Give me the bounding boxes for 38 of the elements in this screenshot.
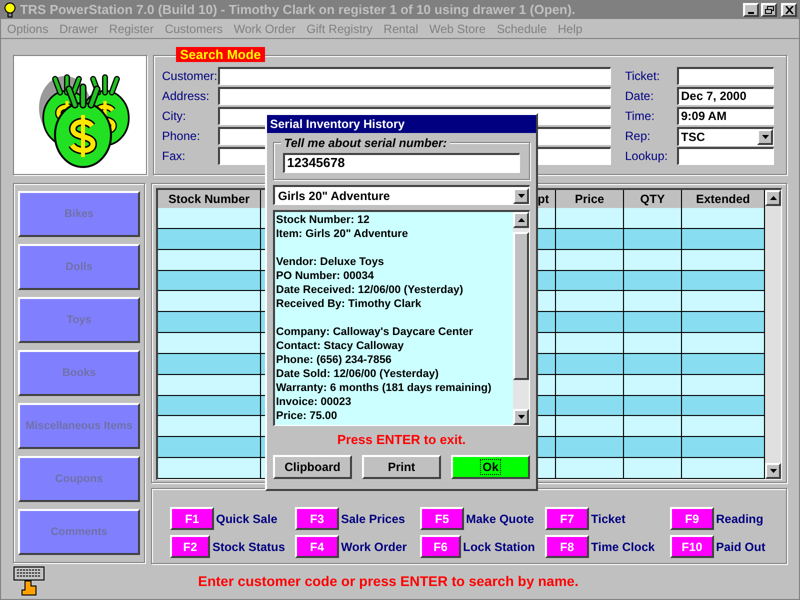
field-label: City: xyxy=(162,108,187,125)
mode-label: Search Mode xyxy=(176,47,265,62)
field-label: Date: xyxy=(625,88,655,105)
function-key-label: Reading xyxy=(716,510,764,528)
detail-line: Received By: Timothy Clark xyxy=(276,297,422,311)
detail-line: Stock Number: 12 xyxy=(276,213,371,227)
exit-message: Press ENTER to exit. xyxy=(337,431,466,449)
detail-line: Invoice: 00023 xyxy=(276,395,352,409)
field-label: Customer: xyxy=(162,68,218,85)
function-key-label: Lock Station xyxy=(462,538,535,556)
detail-line: Company: Calloway's Daycare Center xyxy=(276,325,474,339)
field-label: Ticket: xyxy=(625,68,661,85)
detail-line: Item: Girls 20" Adventure xyxy=(276,227,409,241)
field-label: Address: xyxy=(162,88,210,105)
function-key-label: Paid Out xyxy=(716,538,766,556)
field-label: Time: xyxy=(625,108,656,125)
detail-line: Vendor: Deluxe Toys xyxy=(276,255,385,269)
field-label: Phone: xyxy=(162,128,202,145)
status-message: Enter customer code or press ENTER to search by name. xyxy=(198,572,578,591)
function-key-label: Ticket xyxy=(591,510,626,528)
detail-line: Date Received: 12/06/00 (Yesterday) xyxy=(276,283,464,297)
dialog-title: Serial Inventory History xyxy=(270,116,405,133)
function-key-label: Work Order xyxy=(341,538,407,556)
function-key-label: Make Quote xyxy=(466,510,534,528)
function-key-label: Stock Status xyxy=(212,538,285,556)
detail-line: Contact: Stacy Calloway xyxy=(276,339,405,353)
function-key-label: Time Clock xyxy=(591,538,655,556)
field-label: Fax: xyxy=(162,148,186,165)
field-label: Lookup: xyxy=(625,148,669,165)
detail-line: Date Sold: 12/06/00 (Yesterday) xyxy=(276,367,440,381)
detail-line: Phone: (656) 234-7856 xyxy=(276,353,393,367)
function-key-label: Quick Sale xyxy=(216,510,278,528)
field-label: Rep: xyxy=(625,128,652,145)
window-title: TRS PowerStation 7.0 (Build 10) - Timothy Clark on register 1 of 10 using drawer 1 (Open). xyxy=(20,1,576,20)
detail-line: PO Number: 00034 xyxy=(276,269,375,283)
detail-line: Warranty: 6 months (181 days remaining) xyxy=(276,381,492,395)
function-key-label: Sale Prices xyxy=(341,510,406,528)
detail-line: Price: 75.00 xyxy=(276,409,338,423)
